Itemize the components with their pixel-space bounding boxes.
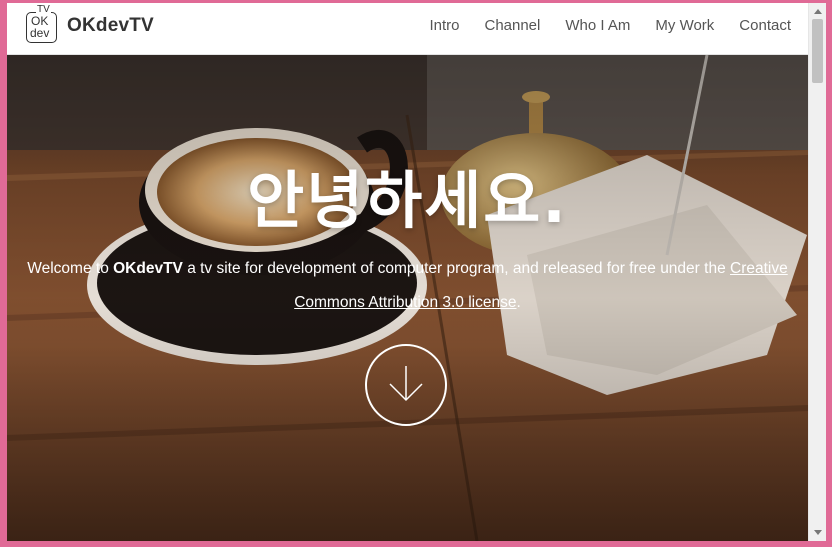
hero-section: 안녕하세요. Welcome to OKdevTV a tv site for … (7, 55, 808, 541)
brand[interactable]: TV OK dev OKdevTV (26, 5, 154, 43)
logo-dev-text: dev (30, 26, 50, 40)
lead-suffix: . (516, 294, 521, 311)
hero-headline: 안녕하세요. (247, 164, 568, 237)
browser-window: TV OK dev OKdevTV Intro Channel Who I Am… (7, 3, 826, 541)
scrollbar-thumb[interactable] (812, 19, 823, 83)
hero-lead-text: Welcome to OKdevTV a tv site for develop… (7, 252, 808, 320)
arrow-down-icon (389, 366, 423, 402)
lead-prefix: Welcome to (27, 260, 114, 277)
nav-item-channel[interactable]: Channel (484, 17, 540, 34)
nav-item-who-i-am[interactable]: Who I Am (565, 17, 630, 34)
lead-middle: a tv site for development of computer pr… (182, 260, 730, 277)
nav-item-contact[interactable]: Contact (739, 17, 791, 34)
scroll-up-arrow-icon[interactable] (814, 9, 822, 14)
scroll-down-arrow-icon[interactable] (814, 530, 822, 535)
scroll-down-button[interactable] (365, 344, 447, 426)
brand-name[interactable]: OKdevTV (67, 15, 154, 37)
lead-brand: OKdevTV (113, 260, 183, 277)
vertical-scrollbar[interactable] (808, 3, 826, 541)
top-navbar: TV OK dev OKdevTV Intro Channel Who I Am… (7, 3, 808, 55)
nav-item-intro[interactable]: Intro (429, 17, 459, 34)
nav-item-my-work[interactable]: My Work (655, 17, 714, 34)
nav-menu: Intro Channel Who I Am My Work Contact (404, 17, 791, 34)
okdevtv-logo: TV OK dev (26, 5, 57, 43)
